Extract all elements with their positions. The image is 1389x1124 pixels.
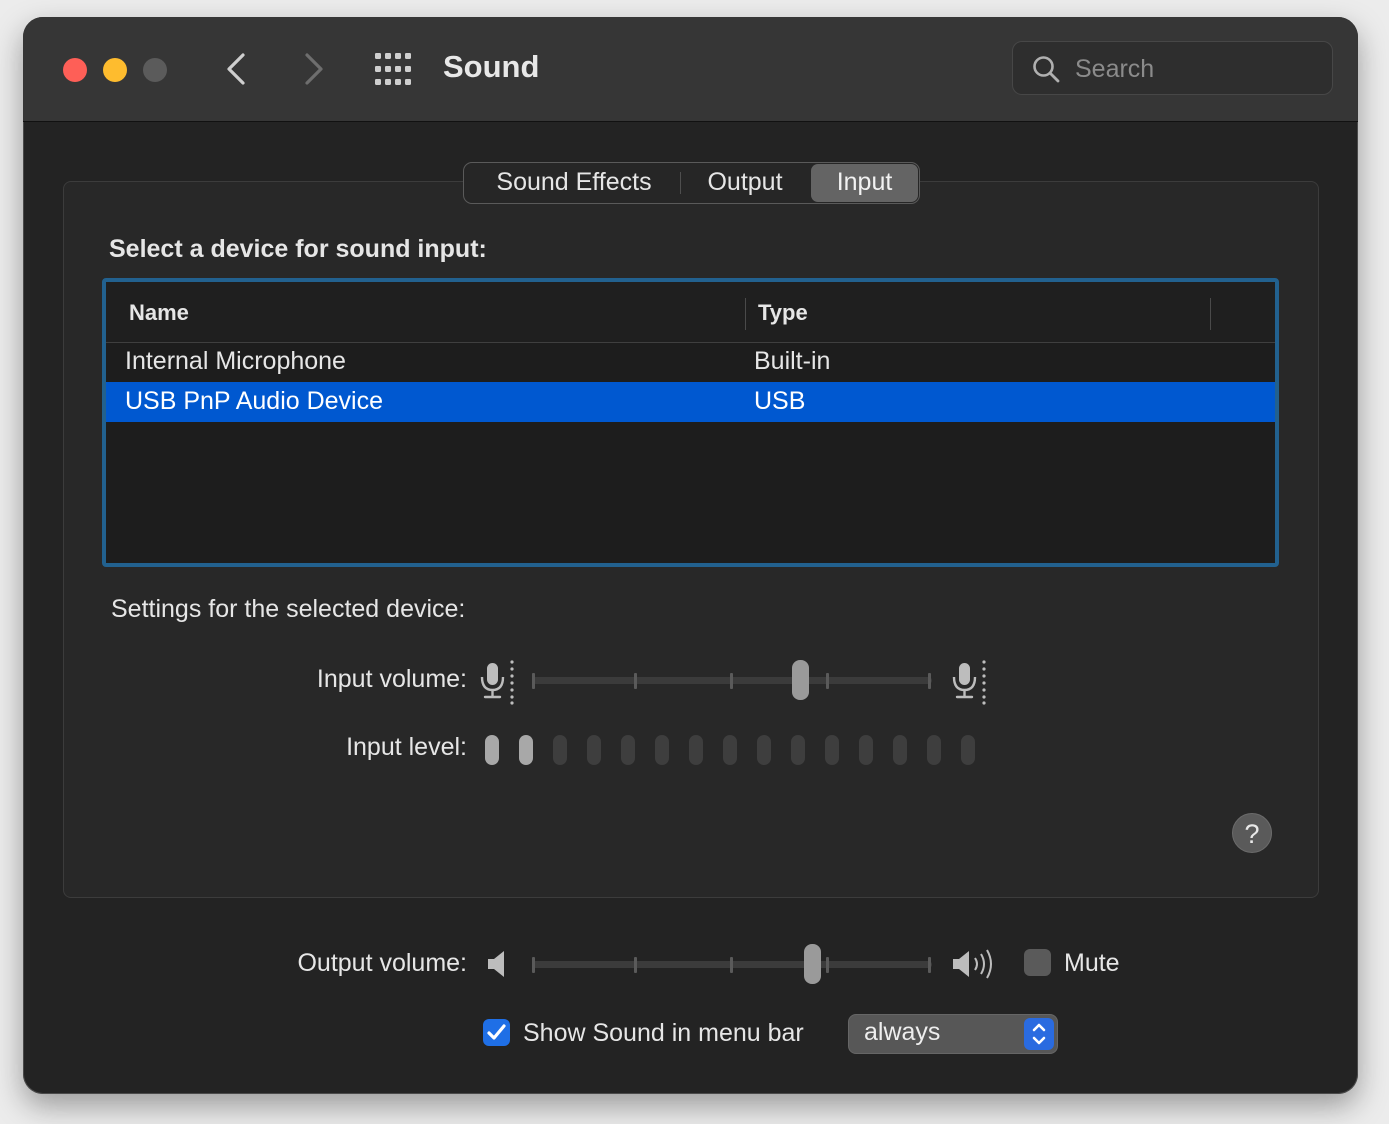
input-volume-knob[interactable] — [791, 660, 809, 700]
settings-heading: Settings for the selected device: — [111, 595, 466, 623]
back-button[interactable] — [217, 47, 257, 91]
input-level-bar — [655, 735, 669, 765]
input-level-bar — [961, 735, 975, 765]
microphone-high-icon — [952, 660, 986, 705]
input-level-label: Input level: — [346, 733, 467, 761]
input-level-bar — [553, 735, 567, 765]
up-down-chevron-icon — [1032, 1023, 1046, 1045]
table-row-selected[interactable]: USB PnP Audio Device USB — [106, 382, 1275, 422]
device-type: Built-in — [754, 347, 831, 375]
tab-input[interactable]: Input — [811, 164, 918, 202]
slider-tick — [730, 673, 733, 689]
popup-arrows — [1024, 1018, 1054, 1050]
input-level-bar — [723, 735, 737, 765]
sound-preferences-window: Sound Sound Effects Output Input Select … — [23, 17, 1358, 1094]
input-level-bar — [791, 735, 805, 765]
column-divider — [1210, 298, 1211, 330]
device-type: USB — [754, 387, 806, 415]
output-volume-knob[interactable] — [803, 944, 821, 984]
slider-tick — [532, 673, 535, 689]
input-level-bar — [859, 735, 873, 765]
slider-tick — [826, 957, 829, 973]
output-volume-label: Output volume: — [297, 949, 467, 977]
mute-checkbox[interactable] — [1024, 949, 1051, 976]
checkmark-icon — [487, 1024, 506, 1040]
input-level-bar — [757, 735, 771, 765]
slider-tick — [634, 673, 637, 689]
input-level-bar — [519, 735, 533, 765]
zoom-window-button[interactable] — [143, 58, 167, 82]
input-level-bar — [927, 735, 941, 765]
input-level-bar — [689, 735, 703, 765]
window-title: Sound — [443, 49, 540, 84]
menu-bar-visibility-popup[interactable]: always — [848, 1014, 1058, 1054]
search-input[interactable] — [1073, 50, 1317, 88]
input-volume-label: Input volume: — [316, 665, 467, 693]
search-icon — [1033, 56, 1060, 83]
show-in-menu-bar-checkbox[interactable] — [483, 1019, 510, 1046]
tab-bar: Sound Effects Output Input — [463, 162, 920, 204]
input-level-bar — [825, 735, 839, 765]
tab-output[interactable]: Output — [682, 163, 808, 203]
input-level-bar — [893, 735, 907, 765]
show-in-menu-bar-label[interactable]: Show Sound in menu bar — [523, 1019, 804, 1048]
column-divider — [745, 298, 746, 330]
input-device-table[interactable]: Name Type Internal Microphone Built-in U… — [102, 278, 1279, 567]
microphone-low-icon — [480, 660, 514, 705]
slider-tick — [634, 957, 637, 973]
column-header-type[interactable]: Type — [758, 300, 808, 326]
mute-label[interactable]: Mute — [1064, 949, 1120, 978]
slider-tick — [730, 957, 733, 973]
popup-selected-value: always — [864, 1018, 941, 1046]
speaker-low-icon — [488, 951, 504, 977]
slider-tick — [826, 673, 829, 689]
input-level-bar — [621, 735, 635, 765]
minimize-window-button[interactable] — [103, 58, 127, 82]
column-header-name[interactable]: Name — [129, 300, 189, 326]
title-bar: Sound — [23, 17, 1358, 122]
close-window-button[interactable] — [63, 58, 87, 82]
input-level-bar — [485, 735, 499, 765]
show-all-button[interactable] — [371, 51, 415, 87]
slider-tick — [928, 957, 931, 973]
help-button[interactable]: ? — [1232, 813, 1272, 853]
device-name: Internal Microphone — [125, 347, 346, 375]
slider-tick — [532, 957, 535, 973]
tab-sound-effects[interactable]: Sound Effects — [468, 163, 680, 203]
table-header: Name Type — [106, 282, 1275, 343]
device-name: USB PnP Audio Device — [125, 387, 384, 415]
search-field[interactable] — [1012, 41, 1333, 95]
chevron-left-icon — [227, 53, 245, 85]
slider-tick — [928, 673, 931, 689]
table-row[interactable]: Internal Microphone Built-in — [106, 342, 1275, 382]
tab-divider — [680, 172, 681, 194]
forward-button[interactable] — [293, 47, 333, 91]
grid-icon — [375, 53, 411, 85]
input-level-bar — [587, 735, 601, 765]
speaker-high-icon — [953, 949, 992, 979]
select-device-heading: Select a device for sound input: — [109, 235, 487, 263]
chevron-right-icon — [305, 53, 323, 85]
